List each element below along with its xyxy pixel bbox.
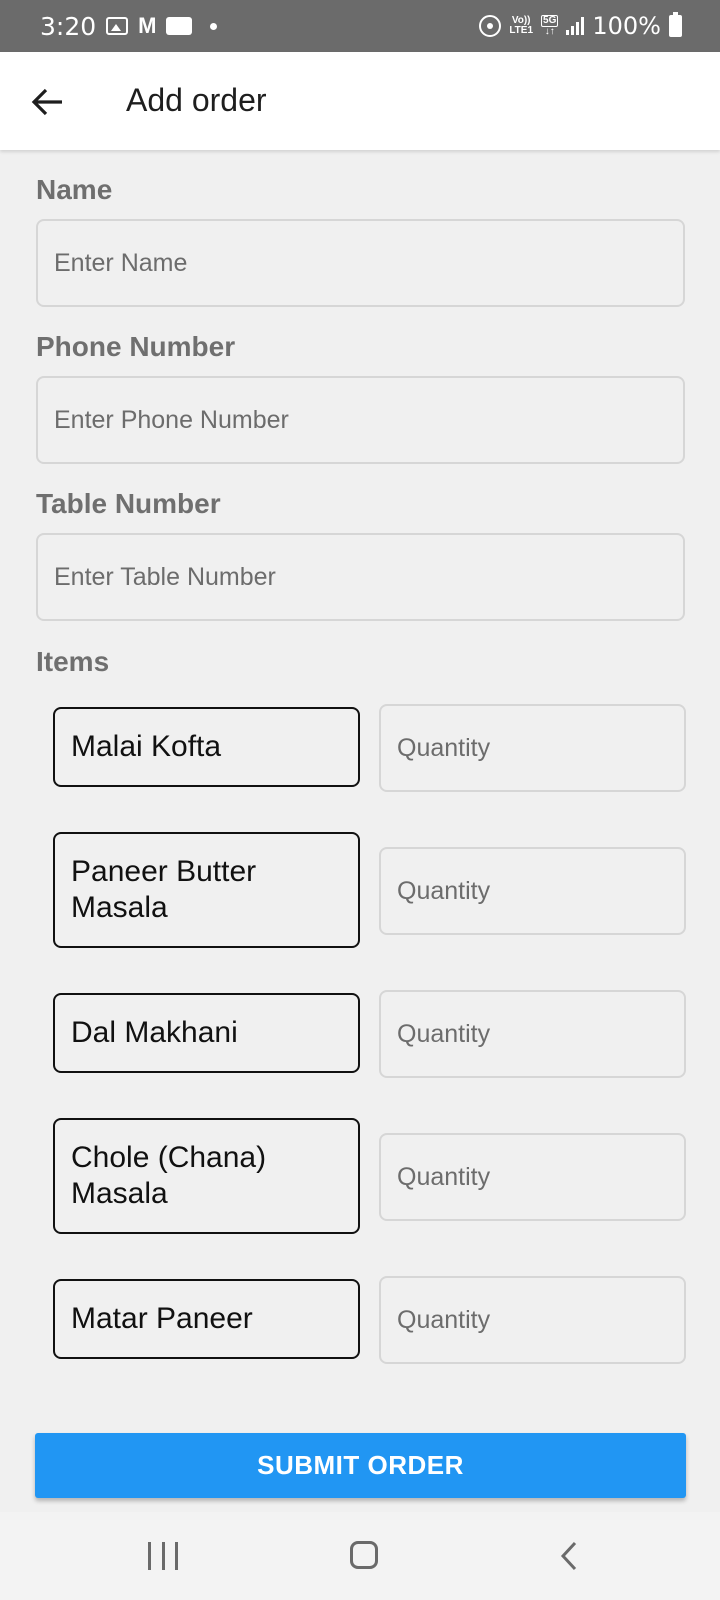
status-right: Vo)) LTE1 5G ↓↑ 100% xyxy=(479,12,682,40)
recent-apps-button[interactable] xyxy=(148,1542,178,1570)
item-name-box[interactable]: Matar Paneer xyxy=(53,1279,360,1359)
phone-input[interactable] xyxy=(36,376,685,464)
gallery-icon xyxy=(106,17,129,35)
paytm-icon xyxy=(166,17,193,35)
status-left: 3:20 M xyxy=(40,11,218,41)
recent-bar-icon xyxy=(175,1542,178,1570)
status-bar: 3:20 M Vo)) LTE1 5G ↓↑ 100% xyxy=(0,0,720,52)
table-label: Table Number xyxy=(36,488,221,519)
battery-percent: 100% xyxy=(592,12,661,40)
5g-icon: 5G ↓↑ xyxy=(541,15,559,37)
chevron-left-icon xyxy=(560,1541,577,1571)
recent-bar-icon xyxy=(148,1542,151,1570)
home-button[interactable] xyxy=(350,1541,378,1569)
item-quantity-input[interactable] xyxy=(379,1133,686,1221)
item-name-box[interactable]: Chole (Chana) Masala xyxy=(53,1118,360,1234)
table-input[interactable] xyxy=(36,533,685,621)
item-name-box[interactable]: Paneer Butter Masala xyxy=(53,832,360,948)
recent-bar-icon xyxy=(161,1542,165,1570)
item-name-box[interactable]: Malai Kofta xyxy=(53,707,360,787)
item-quantity-input[interactable] xyxy=(379,990,686,1078)
volte-bottom: LTE1 xyxy=(509,25,534,36)
signal-icon xyxy=(566,17,585,35)
page-title: Add order xyxy=(126,82,267,118)
item-quantity-input[interactable] xyxy=(379,1276,686,1364)
status-time: 3:20 xyxy=(40,11,97,41)
more-notifications-icon xyxy=(210,22,218,30)
name-label: Name xyxy=(36,174,113,205)
item-quantity-input[interactable] xyxy=(379,704,686,792)
back-button[interactable] xyxy=(30,84,66,120)
gmail-icon: M xyxy=(138,13,157,38)
app-bar: Add order xyxy=(0,52,720,150)
phone-label: Phone Number xyxy=(36,331,236,362)
name-input[interactable] xyxy=(36,219,685,307)
item-quantity-input[interactable] xyxy=(379,847,686,935)
submit-order-button[interactable]: SUBMIT ORDER xyxy=(35,1433,686,1498)
system-back-button[interactable] xyxy=(555,1540,585,1572)
items-label: Items xyxy=(36,646,110,677)
data-arrows-icon: ↓↑ xyxy=(544,26,555,37)
battery-icon xyxy=(669,12,682,37)
hotspot-icon xyxy=(479,15,502,37)
arrow-left-icon xyxy=(31,88,62,116)
item-name-box[interactable]: Dal Makhani xyxy=(53,993,360,1073)
volte-icon: Vo)) LTE1 xyxy=(509,16,533,36)
system-nav-bar xyxy=(0,1512,720,1600)
